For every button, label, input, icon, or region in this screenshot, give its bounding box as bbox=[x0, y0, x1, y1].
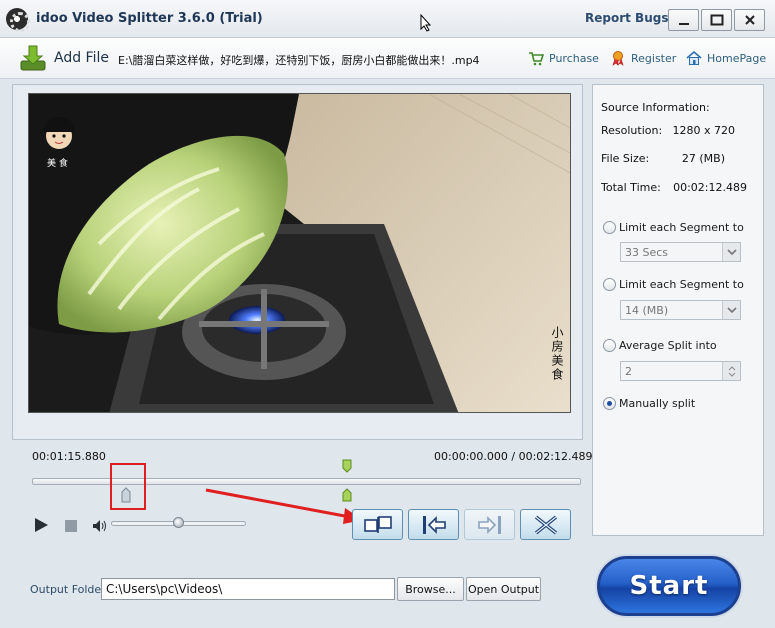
delete-marker-icon bbox=[534, 515, 557, 534]
output-folder-input[interactable]: C:\Users\pc\Videos\ bbox=[101, 578, 395, 600]
volume-icon[interactable] bbox=[92, 519, 108, 533]
split-by-size-option[interactable]: Limit each Segment to bbox=[603, 278, 744, 291]
source-info-heading: Source Information: bbox=[601, 101, 710, 114]
split-by-size-radio[interactable] bbox=[603, 278, 616, 291]
time-range: 00:00:00.000 / 00:02:12.489 bbox=[434, 450, 593, 463]
current-time: 00:01:15.880 bbox=[32, 450, 106, 463]
purchase-link[interactable]: Purchase bbox=[528, 48, 599, 68]
purchase-label: Purchase bbox=[549, 51, 599, 65]
delete-marker-button[interactable] bbox=[520, 509, 571, 540]
report-bugs-link[interactable]: Report Bugs bbox=[585, 11, 668, 25]
total-time-value: 00:02:12.489 bbox=[673, 181, 747, 194]
split-by-time-radio[interactable] bbox=[603, 221, 616, 234]
segment-size-select[interactable]: 14 (MB) bbox=[620, 300, 741, 320]
open-output-button[interactable]: Open Output bbox=[466, 577, 541, 601]
play-icon[interactable] bbox=[33, 517, 49, 533]
manual-split-label: Manually split bbox=[619, 397, 696, 410]
average-split-radio[interactable] bbox=[603, 339, 616, 352]
homepage-label: HomePage bbox=[707, 51, 767, 65]
stop-icon[interactable] bbox=[65, 520, 77, 532]
average-split-label: Average Split into bbox=[619, 339, 717, 352]
set-start-icon bbox=[422, 515, 446, 534]
video-logo-text: 美 食 bbox=[47, 157, 68, 169]
output-folder-label: Output Folder: bbox=[30, 583, 110, 596]
mouse-cursor-icon bbox=[420, 14, 432, 32]
window-title: idoo Video Splitter 3.6.0 (Trial) bbox=[36, 11, 263, 26]
preview-panel: 美 食 小房美食 bbox=[12, 84, 583, 440]
segment-duration-value: 33 Secs bbox=[625, 245, 669, 259]
manual-split-radio[interactable] bbox=[603, 397, 616, 410]
resolution-value: 1280 x 720 bbox=[672, 124, 736, 137]
add-split-marker-button[interactable] bbox=[352, 509, 403, 540]
average-split-stepper[interactable]: 2 bbox=[620, 361, 741, 381]
add-file-button[interactable]: Add File bbox=[18, 42, 109, 74]
cart-icon bbox=[529, 52, 544, 66]
total-time-label: Total Time: bbox=[601, 181, 661, 194]
annotation-highlight-box bbox=[110, 463, 146, 510]
home-icon bbox=[686, 50, 702, 65]
start-label: Start bbox=[629, 571, 709, 601]
file-size-value: 27 (MB) bbox=[681, 152, 725, 165]
annotation-arrow-icon bbox=[205, 488, 363, 524]
manual-split-option[interactable]: Manually split bbox=[603, 397, 695, 410]
split-by-time-label: Limit each Segment to bbox=[619, 221, 744, 234]
average-split-value: 2 bbox=[625, 364, 632, 378]
register-link[interactable]: Register bbox=[610, 48, 676, 68]
resolution-label: Resolution: bbox=[601, 124, 663, 137]
minimize-icon bbox=[678, 23, 689, 25]
set-start-button[interactable] bbox=[408, 509, 459, 540]
video-preview[interactable]: 美 食 小房美食 bbox=[28, 93, 571, 413]
segment-duration-select[interactable]: 33 Secs bbox=[620, 242, 741, 262]
film-reel-icon bbox=[6, 8, 30, 32]
split-by-time-option[interactable]: Limit each Segment to bbox=[603, 221, 744, 234]
add-file-icon bbox=[20, 45, 46, 71]
set-end-icon bbox=[477, 515, 501, 534]
chevron-down-icon[interactable] bbox=[722, 301, 740, 319]
add-split-marker-icon bbox=[363, 515, 392, 533]
segment-size-value: 14 (MB) bbox=[625, 303, 669, 317]
settings-panel: Source Information: Resolution: 1280 x 7… bbox=[592, 84, 764, 536]
file-size-label: File Size: bbox=[601, 152, 650, 165]
video-frame-image: 美 食 小房美食 bbox=[29, 94, 570, 412]
browse-button[interactable]: Browse... bbox=[397, 577, 464, 601]
close-icon bbox=[744, 15, 755, 25]
volume-slider-knob[interactable] bbox=[172, 517, 184, 528]
average-split-option[interactable]: Average Split into bbox=[603, 339, 717, 352]
chevron-down-icon[interactable] bbox=[722, 243, 740, 261]
toolbar: Add File E:\腊溜白菜这样做，好吃到爆，还特别下饭，厨房小白都能做出来… bbox=[0, 38, 775, 79]
award-ribbon-icon bbox=[612, 51, 624, 66]
maximize-icon bbox=[710, 14, 723, 26]
loaded-file-name: E:\腊溜白菜这样做，好吃到爆，还特别下饭，厨房小白都能做出来！.mp4 bbox=[118, 54, 480, 67]
add-file-label: Add File bbox=[54, 50, 109, 66]
minimize-button[interactable] bbox=[668, 9, 699, 31]
video-watermark: 小房美食 bbox=[550, 326, 564, 382]
split-by-size-label: Limit each Segment to bbox=[619, 278, 744, 291]
maximize-button[interactable] bbox=[701, 9, 732, 31]
playhead-top-marker[interactable] bbox=[342, 459, 352, 473]
start-button[interactable]: Start bbox=[597, 556, 741, 616]
homepage-link[interactable]: HomePage bbox=[686, 48, 766, 68]
spin-arrows-icon[interactable] bbox=[722, 362, 740, 380]
title-bar: idoo Video Splitter 3.6.0 (Trial) Report… bbox=[0, 0, 775, 38]
register-label: Register bbox=[631, 51, 677, 65]
close-button[interactable] bbox=[734, 9, 765, 31]
set-end-button[interactable] bbox=[464, 509, 515, 540]
